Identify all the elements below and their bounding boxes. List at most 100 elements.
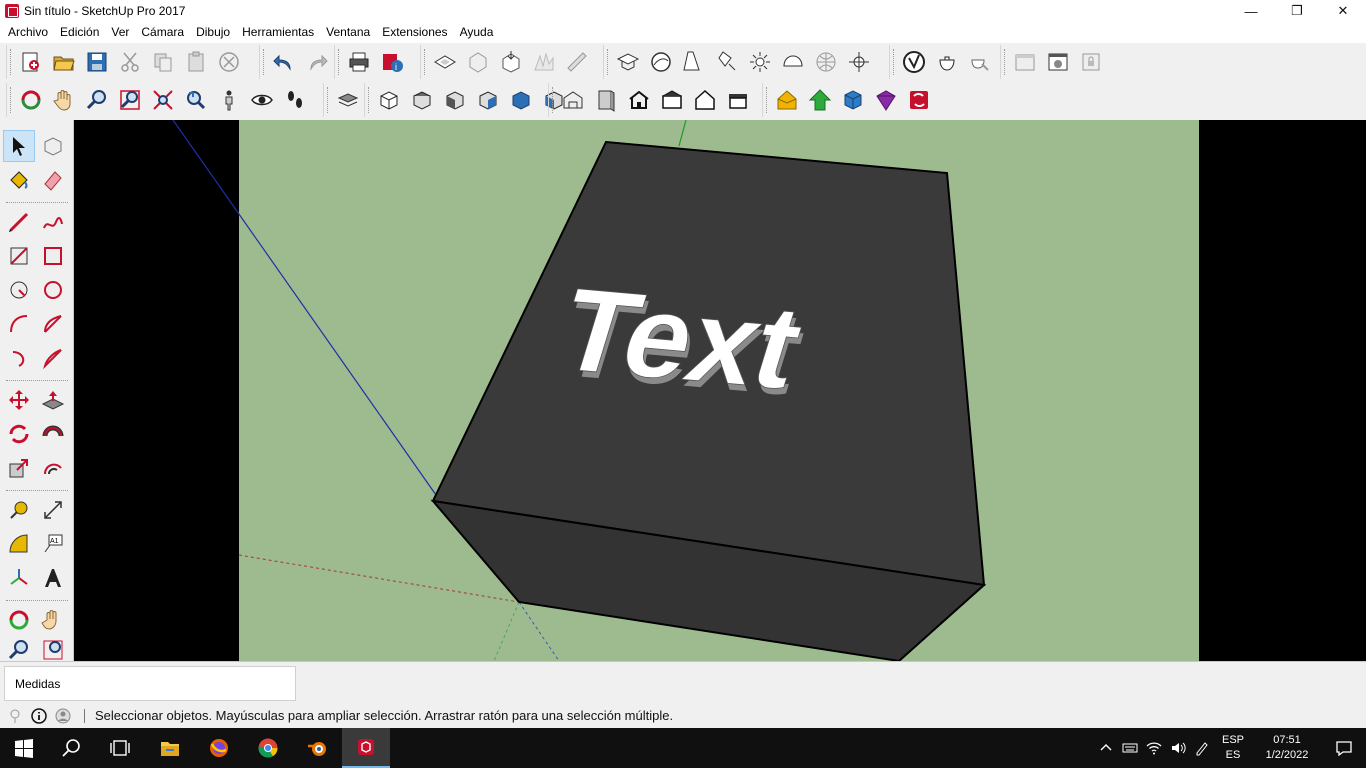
- pen-icon[interactable]: [1190, 728, 1214, 768]
- start-button[interactable]: [0, 728, 48, 768]
- hidden-line-icon[interactable]: [777, 46, 809, 78]
- menu-dibujo[interactable]: Dibujo: [190, 22, 236, 43]
- scene-canvas[interactable]: Text Text: [74, 120, 1366, 661]
- keyboard-icon[interactable]: [1118, 728, 1142, 768]
- look-around-icon[interactable]: [246, 84, 278, 116]
- rotated-rectangle-icon[interactable]: [37, 240, 69, 272]
- back-view-icon[interactable]: [505, 84, 537, 116]
- 3d-text-icon[interactable]: [37, 562, 69, 594]
- offset-tool-icon[interactable]: [37, 452, 69, 484]
- circle-tool-icon[interactable]: [3, 274, 35, 306]
- flip-icon[interactable]: [561, 46, 593, 78]
- dimension-tool-icon[interactable]: [37, 494, 69, 526]
- lock-icon[interactable]: [1075, 46, 1107, 78]
- maximize-button[interactable]: ❐: [1274, 0, 1320, 22]
- wireframe-style-icon[interactable]: [623, 84, 655, 116]
- follow-me-icon[interactable]: [37, 418, 69, 450]
- protractor-icon[interactable]: [3, 528, 35, 560]
- show-hidden-icons-icon[interactable]: [1094, 728, 1118, 768]
- render-window-icon[interactable]: [1042, 46, 1074, 78]
- user-account-icon[interactable]: [54, 707, 72, 725]
- intersect-icon[interactable]: [495, 46, 527, 78]
- firefox-icon[interactable]: [195, 728, 243, 768]
- file-explorer-icon[interactable]: [146, 728, 194, 768]
- shaded-style-icon[interactable]: [689, 84, 721, 116]
- print-icon[interactable]: [343, 46, 375, 78]
- wireframe-icon[interactable]: [810, 46, 842, 78]
- cut-icon[interactable]: [114, 46, 146, 78]
- blender-icon[interactable]: [293, 728, 341, 768]
- task-view-icon[interactable]: [96, 728, 144, 768]
- erase-icon[interactable]: [213, 46, 245, 78]
- menu-extensiones[interactable]: Extensiones: [376, 22, 453, 43]
- new-file-icon[interactable]: [15, 46, 47, 78]
- menu-archivo[interactable]: Archivo: [2, 22, 54, 43]
- menu-ver[interactable]: Ver: [105, 22, 135, 43]
- section-plane-icon[interactable]: [429, 46, 461, 78]
- two-point-arc-icon[interactable]: [37, 308, 69, 340]
- front-view-icon[interactable]: [439, 84, 471, 116]
- fog-icon[interactable]: [711, 46, 743, 78]
- measurements-input[interactable]: [140, 675, 290, 693]
- menu-ayuda[interactable]: Ayuda: [454, 22, 500, 43]
- text-tool-icon[interactable]: A1: [37, 528, 69, 560]
- zoom-window-icon[interactable]: [114, 84, 146, 116]
- notifications-icon[interactable]: [1322, 728, 1366, 768]
- line-tool-icon[interactable]: [3, 206, 35, 238]
- extension-manager-icon[interactable]: [903, 84, 935, 116]
- freehand-icon[interactable]: [37, 206, 69, 238]
- 3d-warehouse-icon[interactable]: [771, 84, 803, 116]
- vray-icon[interactable]: [898, 46, 930, 78]
- three-point-arc-icon[interactable]: [3, 342, 35, 374]
- sandbox-icon[interactable]: [528, 46, 560, 78]
- geolocation-icon[interactable]: [6, 707, 24, 725]
- info-icon[interactable]: [30, 707, 48, 725]
- pan-icon[interactable]: [48, 84, 80, 116]
- menu-ventana[interactable]: Ventana: [320, 22, 376, 43]
- menu-edicion[interactable]: Edición: [54, 22, 105, 43]
- menu-camara[interactable]: Cámara: [135, 22, 190, 43]
- hidden-line-style-icon[interactable]: [656, 84, 688, 116]
- orbit-tool-icon[interactable]: [3, 604, 35, 636]
- save-file-icon[interactable]: [81, 46, 113, 78]
- previous-view-icon[interactable]: [180, 84, 212, 116]
- position-camera-icon[interactable]: [213, 84, 245, 116]
- menu-herramientas[interactable]: Herramientas: [236, 22, 320, 43]
- model-info-icon[interactable]: i: [376, 46, 408, 78]
- right-view-icon[interactable]: [472, 84, 504, 116]
- walk-icon[interactable]: [279, 84, 311, 116]
- teapot-icon[interactable]: [931, 46, 963, 78]
- extruded-text[interactable]: Text Text: [543, 264, 821, 420]
- scale-tool-icon[interactable]: [3, 452, 35, 484]
- clock[interactable]: 07:51 1/2/2022: [1252, 733, 1322, 763]
- layers-icon[interactable]: [332, 84, 364, 116]
- arc-tool-icon[interactable]: [3, 308, 35, 340]
- tape-measure-icon[interactable]: [3, 494, 35, 526]
- close-button[interactable]: ✕: [1320, 0, 1366, 22]
- select-tool-icon[interactable]: [3, 130, 35, 162]
- shadows-icon[interactable]: [678, 46, 710, 78]
- pan-tool-icon[interactable]: [37, 604, 69, 636]
- warehouse-icon[interactable]: [612, 46, 644, 78]
- frame-buffer-icon[interactable]: [1009, 46, 1041, 78]
- input-language[interactable]: ESP ES: [1214, 733, 1252, 763]
- zoom-icon[interactable]: [81, 84, 113, 116]
- top-view-icon[interactable]: [406, 84, 438, 116]
- paste-icon[interactable]: [180, 46, 212, 78]
- sketchup-taskbar-icon[interactable]: [342, 728, 390, 768]
- rectangle-tool-icon[interactable]: [3, 240, 35, 272]
- extension-warehouse-icon[interactable]: [870, 84, 902, 116]
- outer-shell-icon[interactable]: [462, 46, 494, 78]
- share-component-icon[interactable]: [837, 84, 869, 116]
- iso-view-icon[interactable]: [373, 84, 405, 116]
- zoom-extents-icon[interactable]: [147, 84, 179, 116]
- sun-icon[interactable]: [744, 46, 776, 78]
- paint-bucket-icon[interactable]: [3, 164, 35, 196]
- back-edges-icon[interactable]: [590, 84, 622, 116]
- xray-style-icon[interactable]: [557, 84, 589, 116]
- modeling-viewport[interactable]: Text Text: [74, 120, 1366, 661]
- polygon-tool-icon[interactable]: [37, 274, 69, 306]
- open-file-icon[interactable]: [48, 46, 80, 78]
- chrome-icon[interactable]: [244, 728, 292, 768]
- undo-icon[interactable]: [268, 46, 300, 78]
